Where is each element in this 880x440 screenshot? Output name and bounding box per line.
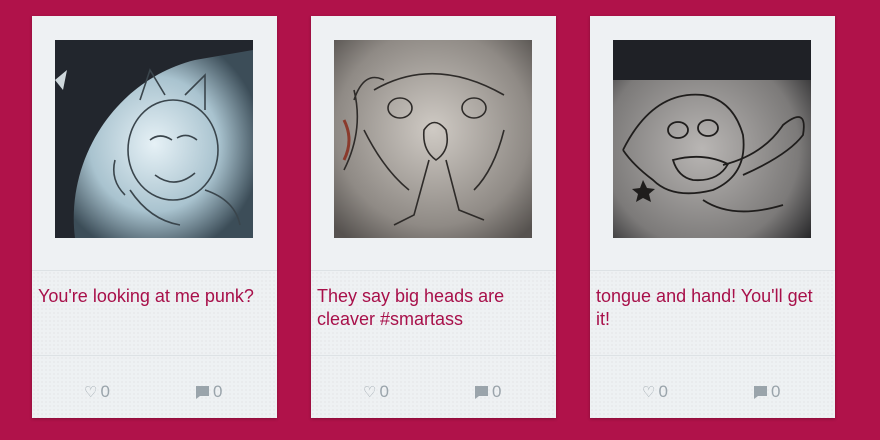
heart-outline-icon: ♡	[642, 383, 656, 401]
caption-text: They say big heads are cleaver #smartass	[317, 286, 505, 329]
photo-card: They say big heads are cleaver #smartass…	[311, 16, 556, 418]
comment-button[interactable]: 0	[474, 382, 501, 402]
photo-card: tongue and hand! You'll get it! ♡ 0 0	[590, 16, 835, 418]
photo-image[interactable]	[613, 40, 811, 238]
heart-outline-icon: ♡	[84, 383, 98, 401]
card-actions: ♡ 0 0	[311, 356, 556, 418]
comment-count: 0	[492, 382, 502, 401]
photo-image[interactable]	[55, 40, 253, 238]
photo-card: You're looking at me punk? ♡ 0 0	[32, 16, 277, 418]
comment-button[interactable]: 0	[753, 382, 780, 402]
card-actions: ♡ 0 0	[590, 356, 835, 418]
like-button[interactable]: ♡ 0	[642, 382, 668, 402]
speech-bubble-icon	[474, 385, 489, 400]
photo-grid: You're looking at me punk? ♡ 0 0 They sa…	[0, 0, 880, 440]
like-count: 0	[100, 382, 110, 401]
comment-count: 0	[771, 382, 781, 401]
like-button[interactable]: ♡ 0	[363, 382, 389, 402]
speech-bubble-icon	[753, 385, 768, 400]
photo-image[interactable]	[334, 40, 532, 238]
speech-bubble-icon	[195, 385, 210, 400]
caption-area: They say big heads are cleaver #smartass	[311, 270, 556, 356]
caption-text: You're looking at me punk?	[38, 286, 254, 306]
like-button[interactable]: ♡ 0	[84, 382, 110, 402]
card-actions: ♡ 0 0	[32, 356, 277, 418]
comment-button[interactable]: 0	[195, 382, 222, 402]
caption-area: tongue and hand! You'll get it!	[590, 270, 835, 356]
caption-text: tongue and hand! You'll get it!	[596, 286, 813, 329]
heart-outline-icon: ♡	[363, 383, 377, 401]
like-count: 0	[379, 382, 389, 401]
comment-count: 0	[213, 382, 223, 401]
caption-area: You're looking at me punk?	[32, 270, 277, 356]
like-count: 0	[658, 382, 668, 401]
